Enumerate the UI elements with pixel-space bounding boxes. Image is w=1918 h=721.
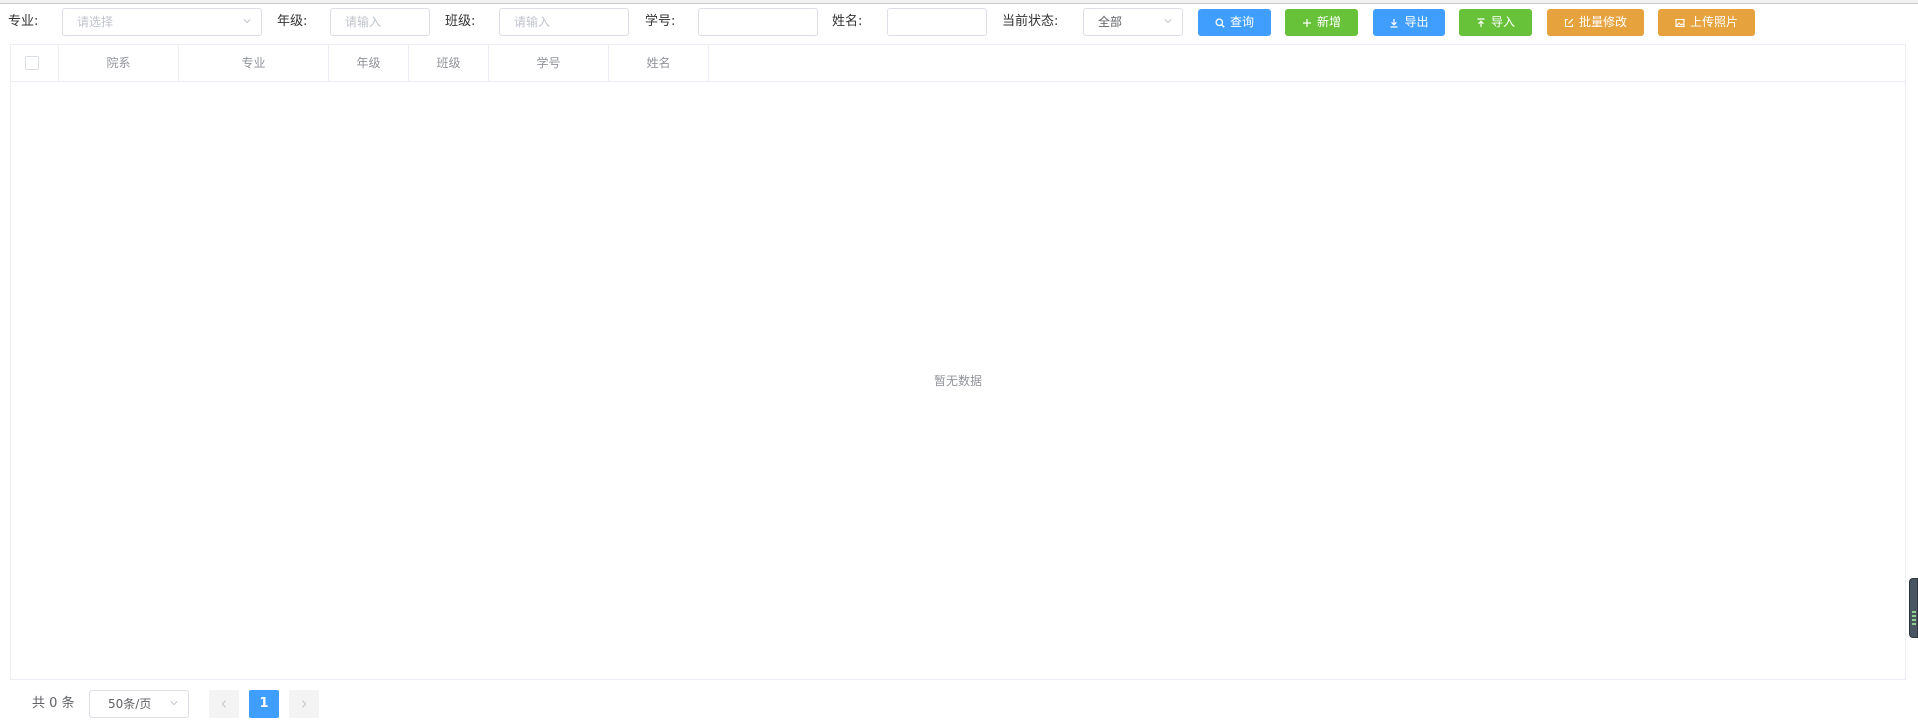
download-icon [1390, 18, 1398, 28]
status-value: 全部 [1098, 15, 1123, 29]
chevron-left-icon [221, 700, 226, 708]
column-header-department[interactable]: 院系 [59, 45, 179, 82]
select-all-checkbox[interactable] [25, 56, 39, 70]
export-button[interactable]: 导出 [1373, 9, 1445, 36]
column-header-grade[interactable]: 年级 [329, 45, 409, 82]
column-header-class[interactable]: 班级 [409, 45, 489, 82]
plus-icon [1302, 18, 1311, 27]
add-button-label: 新增 [1316, 15, 1341, 29]
chevron-down-icon [243, 19, 251, 24]
grade-input[interactable]: 请输入 [330, 8, 430, 36]
name-input[interactable] [887, 8, 987, 36]
column-header-major[interactable]: 专业 [179, 45, 329, 82]
query-button-label: 查询 [1229, 15, 1254, 29]
search-icon [1215, 17, 1225, 28]
import-button[interactable]: 导入 [1459, 9, 1532, 36]
image-icon [1675, 18, 1685, 27]
add-button[interactable]: 新增 [1285, 9, 1358, 36]
query-button[interactable]: 查询 [1198, 9, 1271, 36]
pagination: 共 0 条 50条/页 1 [0, 690, 1918, 718]
next-page-button[interactable] [289, 690, 319, 718]
class-input[interactable]: 请输入 [499, 8, 629, 36]
column-header-student-id[interactable]: 学号 [489, 45, 609, 82]
top-border [0, 0, 1918, 4]
data-table: 院系 专业 年级 班级 学号 姓名 暂无数据 [10, 44, 1906, 680]
empty-text: 暂无数据 [933, 374, 982, 388]
export-button-label: 导出 [1404, 15, 1429, 29]
student-id-input[interactable] [698, 8, 818, 36]
column-header-name[interactable]: 姓名 [609, 45, 709, 82]
grade-placeholder: 请输入 [345, 15, 382, 29]
upload-photo-button[interactable]: 上传照片 [1658, 9, 1755, 36]
major-select[interactable]: 请选择 [62, 8, 262, 36]
table-header: 院系 专业 年级 班级 学号 姓名 [11, 45, 1905, 82]
side-drawer-handle[interactable] [1909, 578, 1918, 638]
page-number-current[interactable]: 1 [249, 690, 279, 718]
page-size-select[interactable]: 50条/页 [89, 690, 189, 718]
class-label: 班级: [445, 14, 476, 29]
batch-edit-button-label: 批量修改 [1578, 15, 1627, 29]
import-button-label: 导入 [1490, 15, 1515, 29]
upload-icon [1477, 17, 1485, 27]
chevron-down-icon [170, 701, 178, 706]
chevron-down-icon [1164, 19, 1172, 24]
grip-icon [1912, 611, 1916, 625]
major-label: 专业: [8, 14, 39, 29]
select-all-cell [11, 45, 59, 82]
major-placeholder: 请选择 [77, 15, 114, 29]
total-count: 共 0 条 [32, 696, 75, 711]
class-placeholder: 请输入 [514, 15, 551, 29]
page-size-value: 50条/页 [108, 697, 152, 711]
status-select[interactable]: 全部 [1083, 8, 1183, 36]
status-label: 当前状态: [1002, 14, 1059, 29]
batch-edit-button[interactable]: 批量修改 [1547, 9, 1644, 36]
prev-page-button[interactable] [209, 690, 239, 718]
edit-icon [1564, 18, 1574, 27]
upload-photo-button-label: 上传照片 [1689, 15, 1738, 29]
chevron-right-icon [302, 700, 307, 708]
student-id-label: 学号: [645, 14, 676, 29]
name-label: 姓名: [832, 14, 863, 29]
grade-label: 年级: [277, 14, 308, 29]
empty-state: 暂无数据 [11, 82, 1905, 679]
filter-toolbar: 专业: 请选择 年级: 请输入 班级: 请输入 学号: 姓名: 当前状态: 全部… [0, 8, 1918, 36]
